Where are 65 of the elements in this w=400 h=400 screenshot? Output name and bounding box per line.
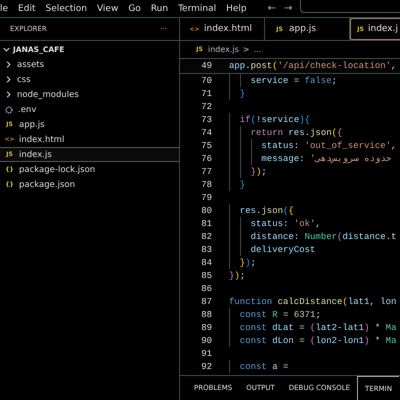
back-button[interactable]: ← [264,3,280,14]
menu-item[interactable]: Selection [40,4,92,14]
forward-button[interactable]: → [280,3,296,14]
folder-item[interactable]: css [0,72,179,87]
code-line: distance: Number(distance.t [250,232,396,242]
folder-item[interactable]: assets [0,57,179,72]
menu-item[interactable]: Terminal [173,4,222,14]
line-number: 79 [200,192,213,202]
chevron-icon [5,76,12,83]
code-line: const R = 6371; [240,310,321,320]
gear-icon [5,106,13,114]
line-number: 85 [200,270,213,280]
line-number: 73 [200,114,213,124]
breadcrumb-item[interactable]: ... [254,45,262,54]
code-line: const dLat = (lat2-lat1) * Ma [240,322,396,332]
breadcrumb-separator: > [242,45,250,54]
code-line: status: 'ok', [250,218,321,228]
line-number: 74 [200,128,213,138]
menu-item[interactable]: Edit [13,4,40,14]
line-number: 77 [200,166,213,176]
code-line: status: 'out_of_service', [261,140,396,150]
line-number: 71 [200,88,213,98]
line-number: 91 [200,348,213,358]
line-number: 76 [200,154,213,164]
folder-item[interactable]: node_modules [0,87,179,102]
line-number: 72 [200,102,213,112]
code-line: app.post('/api/check-location', [229,61,396,71]
chevron-icon [3,46,10,52]
code-line: deliveryCost [250,244,316,254]
line-number: 90 [200,336,213,346]
line-number: 89 [200,322,213,332]
line-number: 86 [200,284,213,294]
code-line: if(!service){ [240,114,310,124]
code-line: }); [229,270,246,280]
code-line: const a = [240,362,288,372]
menu-item[interactable]: Run [146,4,174,14]
menu-item[interactable]: View [92,4,124,14]
chevron-icon [5,91,12,98]
code-line: }); [240,258,256,268]
line-number: 78 [200,180,213,190]
code-line: res.json({ [240,206,294,216]
code-line: return res.json({ [250,128,342,138]
code-line: const dLon = (lon2-lon1) * Ma [240,336,396,346]
code-line: } [240,180,246,190]
breadcrumb-item[interactable]: index.js [208,45,239,54]
line-number: 84 [200,258,213,268]
code-line: service = false; [250,76,338,86]
chevron-icon [5,61,12,68]
line-number: 83 [200,244,213,254]
menu-item[interactable]: Help [221,4,252,14]
code-line: } [240,88,246,98]
code-line: }); [250,166,267,176]
file-item[interactable]: .env [0,102,179,117]
line-number: 87 [200,296,213,306]
line-number: 80 [200,206,213,216]
line-number: 81 [200,218,213,228]
code-line: function calcDistance(lat1, lon [229,296,396,306]
line-number: 49 [200,61,213,71]
line-number: 88 [200,310,213,320]
menu-item[interactable]: Go [123,4,146,14]
line-number: 70 [200,76,213,86]
line-number: 75 [200,140,213,150]
line-number: 82 [200,232,213,242]
menu-item[interactable]: le [0,4,14,14]
line-number: 92 [200,362,213,372]
